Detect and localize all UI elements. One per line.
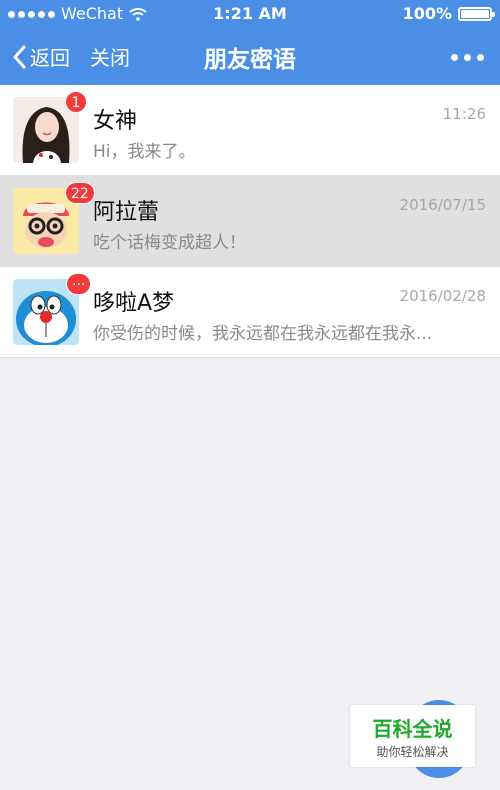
message-time: 11:26 <box>442 105 486 123</box>
battery-percent: 100% <box>402 4 452 23</box>
message-time: 2016/02/28 <box>399 287 486 305</box>
battery-icon <box>458 7 495 21</box>
top-bar: WeChat 1:21 AM 100% 返回 关闭 朋友密语 <box>0 0 500 85</box>
more-dot-icon <box>451 54 458 61</box>
page-title: 朋友密语 <box>204 47 296 73</box>
message-preview: Hi，我来了。 <box>93 142 196 162</box>
unread-badge: 1 <box>65 91 87 113</box>
message-preview: 吃个话梅变成超人！ <box>93 233 246 253</box>
status-bar: WeChat 1:21 AM 100% <box>0 0 500 28</box>
more-dot-icon <box>464 54 471 61</box>
contact-name: 阿拉蕾 <box>93 200 160 225</box>
conversation-list: 1 女神 11:26 Hi，我来了。 22 阿拉蕾 2016/07/15 吃个话… <box>0 85 500 358</box>
watermark-title: 百科全说 <box>372 717 453 741</box>
unread-badge: 22 <box>65 182 95 204</box>
message-time: 2016/07/15 <box>399 196 486 214</box>
watermark-logo: 百科全说 助你轻松解决 <box>350 705 475 767</box>
contact-name: 女神 <box>93 109 138 134</box>
message-preview: 你受伤的时候，我永远都在我永远都在我永... <box>93 324 433 344</box>
more-button[interactable] <box>451 54 484 61</box>
conversation-row[interactable]: 1 女神 11:26 Hi，我来了。 <box>0 85 500 176</box>
more-dot-icon <box>477 54 484 61</box>
conversation-row[interactable]: 22 阿拉蕾 2016/07/15 吃个话梅变成超人！ <box>0 176 500 267</box>
status-right: 100% <box>402 0 495 28</box>
unread-dot-badge: ··· <box>66 273 92 295</box>
contact-name: 哆啦A梦 <box>93 291 175 316</box>
nav-bar: 返回 关闭 朋友密语 <box>0 28 500 85</box>
conversation-row[interactable]: ··· 哆啦A梦 2016/02/28 你受伤的时候，我永远都在我永远都在我永.… <box>0 267 500 358</box>
watermark-subtitle: 助你轻松解决 <box>376 745 449 759</box>
